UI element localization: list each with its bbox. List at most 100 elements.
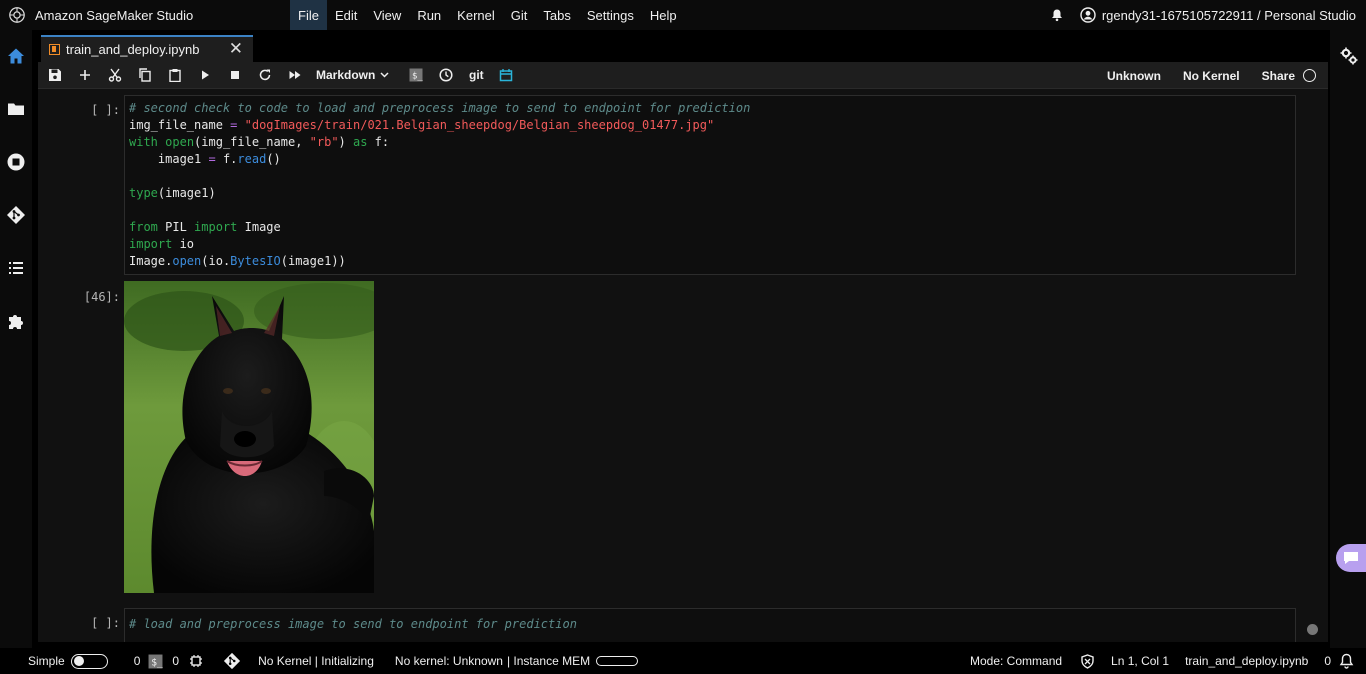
interrupt-button[interactable]: [220, 62, 250, 89]
restart-run-all-button[interactable]: [280, 62, 310, 89]
menu-view[interactable]: View: [365, 0, 409, 30]
kernel-idle-indicator-icon: [1303, 69, 1316, 82]
notification-bell-icon[interactable]: [1339, 653, 1354, 669]
code-line: type(image1): [129, 186, 216, 200]
code-editor[interactable]: # second check to code to load and prepr…: [125, 96, 1295, 270]
git-icon[interactable]: [6, 205, 26, 225]
save-button[interactable]: [40, 62, 70, 89]
cursor-position[interactable]: Ln 1, Col 1: [1111, 654, 1169, 668]
terminal-button[interactable]: $_: [401, 62, 431, 89]
chat-icon: [1344, 552, 1358, 564]
code-line: # second check to code to load and prepr…: [129, 101, 751, 115]
code-line: image1 = f.read(): [129, 152, 281, 166]
notebook-toolbar: Markdown $_ git Unknown No Kernel Share: [38, 62, 1328, 89]
clock-icon: [439, 68, 453, 82]
dog-photo-icon: [124, 281, 374, 593]
output-image: [124, 281, 374, 593]
user-label[interactable]: rgendy31-1675105722911 / Personal Studio: [1102, 8, 1356, 23]
save-icon: [49, 69, 61, 81]
git-button[interactable]: git: [461, 62, 491, 89]
bell-icon[interactable]: [1050, 8, 1064, 22]
top-bar: Amazon SageMaker Studio File Edit View R…: [0, 0, 1366, 30]
cut-button[interactable]: [100, 62, 130, 89]
code-cell[interactable]: # second check to code to load and prepr…: [124, 95, 1296, 275]
cell-type-dropdown[interactable]: Markdown: [316, 68, 401, 82]
kernel-info[interactable]: No kernel: Unknown: [395, 654, 503, 668]
simple-mode-toggle[interactable]: [70, 653, 108, 669]
mode-indicator[interactable]: Mode: Command: [970, 654, 1062, 668]
top-right: rgendy31-1675105722911 / Personal Studio: [1050, 0, 1356, 30]
code-editor[interactable]: # load and preprocess image to send to e…: [125, 609, 1295, 633]
terminal-count: 0: [133, 654, 141, 668]
share-button[interactable]: Share: [1262, 69, 1295, 83]
left-sidebar: [0, 30, 32, 648]
kernel-toolbar-right: Unknown No Kernel Share: [1085, 62, 1316, 89]
copy-button[interactable]: [130, 62, 160, 89]
fast-forward-icon: [289, 71, 301, 79]
tab-bar: train_and_deploy.ipynb ✕: [38, 33, 1328, 62]
instance-mem-bar: [596, 656, 639, 666]
kernel-name[interactable]: No Kernel: [1183, 69, 1240, 83]
stop-circle-icon[interactable]: [6, 152, 26, 172]
terminal-icon: $_: [409, 68, 423, 82]
shield-icon[interactable]: [1080, 653, 1095, 669]
menu-help[interactable]: Help: [642, 0, 685, 30]
kernel-status[interactable]: Unknown: [1107, 69, 1161, 83]
menu-edit[interactable]: Edit: [327, 0, 365, 30]
code-line: with open(img_file_name, "rb") as f:: [129, 135, 390, 149]
output-prompt: [46]:: [83, 290, 120, 304]
scrollbar-thumb[interactable]: [1307, 624, 1318, 635]
plus-icon: [80, 70, 90, 80]
schedule-button[interactable]: [491, 62, 521, 89]
code-line: # load and preprocess image to send to e…: [129, 617, 577, 631]
svg-text:$_: $_: [152, 657, 164, 668]
refresh-icon: [259, 69, 271, 81]
menu-settings[interactable]: Settings: [579, 0, 642, 30]
insert-cell-button[interactable]: [70, 62, 100, 89]
menu-file[interactable]: File: [290, 0, 327, 30]
kernel-state[interactable]: No Kernel | Initializing: [258, 654, 374, 668]
paste-button[interactable]: [160, 62, 190, 89]
feedback-chat-button[interactable]: [1336, 544, 1366, 572]
play-icon: [202, 70, 209, 80]
status-bar: Simple 0 $_ 0 No Kernel | Initializing N…: [0, 648, 1366, 674]
code-line: Image.open(io.BytesIO(image1)): [129, 254, 346, 268]
close-icon[interactable]: ✕: [229, 39, 243, 59]
tab-label: train_and_deploy.ipynb: [66, 42, 200, 57]
run-button[interactable]: [190, 62, 220, 89]
scissors-icon: [108, 68, 122, 82]
instance-mem-label: | Instance MEM: [506, 654, 591, 668]
status-right: Mode: Command Ln 1, Col 1 train_and_depl…: [954, 648, 1354, 674]
code-line: from PIL import Image: [129, 220, 281, 234]
home-icon[interactable]: [6, 46, 26, 66]
sagemaker-logo-icon: [9, 7, 25, 23]
tab-notebook[interactable]: train_and_deploy.ipynb ✕: [41, 35, 253, 62]
table-of-contents-icon[interactable]: [6, 258, 26, 278]
simple-mode-label: Simple: [28, 654, 65, 668]
kernel-count: 0: [172, 654, 180, 668]
menu-run[interactable]: Run: [409, 0, 449, 30]
menu-tabs[interactable]: Tabs: [535, 0, 578, 30]
property-inspector-gears-icon[interactable]: [1339, 46, 1359, 66]
git-diamond-icon[interactable]: [223, 652, 241, 670]
brand: Amazon SageMaker Studio: [0, 6, 290, 24]
folder-icon[interactable]: [6, 99, 26, 119]
menu-git[interactable]: Git: [503, 0, 536, 30]
user-icon[interactable]: [1080, 7, 1096, 23]
menu-kernel[interactable]: Kernel: [449, 0, 503, 30]
stop-icon: [231, 71, 239, 79]
notebook-content: [ ]: # second check to code to load and …: [38, 90, 1328, 642]
chip-icon[interactable]: [189, 654, 203, 668]
code-cell[interactable]: # load and preprocess image to send to e…: [124, 608, 1296, 642]
restart-button[interactable]: [250, 62, 280, 89]
history-button[interactable]: [431, 62, 461, 89]
calendar-icon: [500, 69, 513, 82]
cell-prompt: [ ]:: [91, 103, 120, 117]
main-panel: train_and_deploy.ipynb ✕ Markdown $_ git…: [38, 33, 1328, 642]
cell-prompt: [ ]:: [91, 616, 120, 630]
chevron-down-icon: [380, 72, 389, 78]
menu-bar: File Edit View Run Kernel Git Tabs Setti…: [290, 0, 685, 30]
code-line: import io: [129, 237, 195, 251]
extension-puzzle-icon[interactable]: [6, 311, 26, 331]
terminal-icon[interactable]: $_: [148, 654, 163, 669]
